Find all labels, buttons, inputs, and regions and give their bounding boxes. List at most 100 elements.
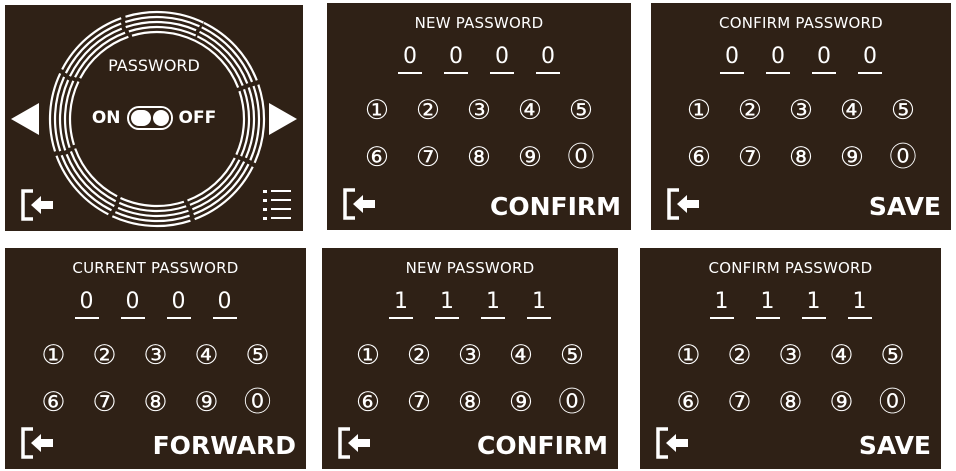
- key-4[interactable]: ④: [513, 94, 548, 128]
- key-9[interactable]: ⑨: [504, 386, 539, 420]
- key-9[interactable]: ⑨: [513, 141, 548, 175]
- exit-icon[interactable]: [19, 425, 55, 461]
- exit-icon[interactable]: [341, 186, 377, 222]
- key-2[interactable]: ②: [87, 339, 122, 373]
- keypad-row-2: ⑥ ⑦ ⑧ ⑨ ⓪: [5, 386, 306, 420]
- exit-icon[interactable]: [336, 425, 372, 461]
- key-4[interactable]: ④: [835, 94, 870, 128]
- panel-title: CONFIRM PASSWORD: [708, 259, 873, 277]
- password-digits: 0 0 0 0: [651, 43, 951, 74]
- digit-slot: 1: [755, 288, 780, 319]
- digit-slot: 0: [720, 43, 744, 74]
- key-8[interactable]: ⑧: [462, 141, 497, 175]
- key-5[interactable]: ⑤: [875, 339, 910, 373]
- key-7[interactable]: ⑦: [402, 386, 437, 420]
- current-password-panel: CURRENT PASSWORD 0 0 0 0 ① ② ③ ④ ⑤ ⑥ ⑦ ⑧…: [5, 248, 306, 469]
- key-4[interactable]: ④: [504, 339, 539, 373]
- key-8[interactable]: ⑧: [784, 141, 819, 175]
- keypad-row-2: ⑥ ⑦ ⑧ ⑨ ⓪: [640, 386, 941, 420]
- keypad-row-1: ① ② ③ ④ ⑤: [640, 339, 941, 373]
- password-digits: 1 1 1 1: [322, 288, 618, 319]
- confirm-button[interactable]: CONFIRM: [477, 431, 608, 461]
- key-5[interactable]: ⑤: [240, 339, 275, 373]
- digit-slot: 0: [166, 288, 191, 319]
- digit-slot: 0: [490, 43, 514, 74]
- password-menu-panel: PASSWORD ON OFF: [5, 5, 303, 231]
- key-6[interactable]: ⑥: [36, 386, 71, 420]
- digit-slot: 1: [847, 288, 872, 319]
- confirm-password-panel: CONFIRM PASSWORD 1 1 1 1 ① ② ③ ④ ⑤ ⑥ ⑦ ⑧…: [640, 248, 941, 469]
- exit-icon[interactable]: [665, 186, 701, 222]
- key-2[interactable]: ②: [411, 94, 446, 128]
- digit-slot: 1: [527, 288, 551, 319]
- key-3[interactable]: ③: [773, 339, 808, 373]
- digit-slot: 0: [212, 288, 237, 319]
- digit-slot: 0: [858, 43, 882, 74]
- digit-slot: 0: [766, 43, 790, 74]
- key-0[interactable]: ⓪: [555, 386, 590, 420]
- password-label: PASSWORD: [108, 56, 200, 75]
- key-1[interactable]: ①: [360, 94, 395, 128]
- digit-slot: 0: [74, 288, 99, 319]
- password-toggle-row: ON OFF: [5, 106, 303, 130]
- key-7[interactable]: ⑦: [733, 141, 768, 175]
- forward-button[interactable]: FORWARD: [153, 431, 296, 461]
- digit-slot: 1: [435, 288, 459, 319]
- digit-slot: 0: [120, 288, 145, 319]
- toggle-off-label: OFF: [178, 108, 217, 128]
- key-0[interactable]: ⓪: [886, 141, 921, 175]
- key-7[interactable]: ⑦: [411, 141, 446, 175]
- key-9[interactable]: ⑨: [824, 386, 859, 420]
- key-7[interactable]: ⑦: [722, 386, 757, 420]
- key-2[interactable]: ②: [733, 94, 768, 128]
- key-3[interactable]: ③: [784, 94, 819, 128]
- keypad-row-2: ⑥ ⑦ ⑧ ⑨ ⓪: [322, 386, 618, 420]
- key-9[interactable]: ⑨: [189, 386, 224, 420]
- key-3[interactable]: ③: [462, 94, 497, 128]
- key-7[interactable]: ⑦: [87, 386, 122, 420]
- key-8[interactable]: ⑧: [138, 386, 173, 420]
- key-6[interactable]: ⑥: [682, 141, 717, 175]
- key-1[interactable]: ①: [351, 339, 386, 373]
- password-toggle-switch[interactable]: [126, 106, 173, 130]
- confirm-button[interactable]: CONFIRM: [490, 192, 621, 222]
- exit-icon[interactable]: [654, 425, 690, 461]
- key-8[interactable]: ⑧: [453, 386, 488, 420]
- key-9[interactable]: ⑨: [835, 141, 870, 175]
- digit-slot: 0: [812, 43, 836, 74]
- exit-icon[interactable]: [19, 187, 55, 223]
- key-2[interactable]: ②: [722, 339, 757, 373]
- digit-slot: 1: [481, 288, 505, 319]
- key-4[interactable]: ④: [824, 339, 859, 373]
- keypad-row-2: ⑥ ⑦ ⑧ ⑨ ⓪: [651, 141, 951, 175]
- keypad-row-1: ① ② ③ ④ ⑤: [5, 339, 306, 373]
- key-0[interactable]: ⓪: [875, 386, 910, 420]
- toggle-knob: [150, 108, 171, 128]
- key-6[interactable]: ⑥: [671, 386, 706, 420]
- key-0[interactable]: ⓪: [240, 386, 275, 420]
- key-0[interactable]: ⓪: [564, 141, 599, 175]
- key-6[interactable]: ⑥: [351, 386, 386, 420]
- key-5[interactable]: ⑤: [564, 94, 599, 128]
- digit-slot: 0: [398, 43, 422, 74]
- key-8[interactable]: ⑧: [773, 386, 808, 420]
- left-arrow-icon[interactable]: [9, 101, 39, 137]
- right-arrow-icon[interactable]: [269, 101, 299, 137]
- password-digits: 0 0 0 0: [327, 43, 631, 74]
- password-digits: 1 1 1 1: [640, 288, 941, 319]
- key-6[interactable]: ⑥: [360, 141, 395, 175]
- key-4[interactable]: ④: [189, 339, 224, 373]
- key-3[interactable]: ③: [138, 339, 173, 373]
- key-1[interactable]: ①: [671, 339, 706, 373]
- key-5[interactable]: ⑤: [886, 94, 921, 128]
- key-1[interactable]: ①: [36, 339, 71, 373]
- key-5[interactable]: ⑤: [555, 339, 590, 373]
- key-2[interactable]: ②: [402, 339, 437, 373]
- panel-title: NEW PASSWORD: [405, 259, 535, 277]
- list-icon[interactable]: [263, 187, 291, 221]
- digit-slot: 1: [709, 288, 734, 319]
- key-1[interactable]: ①: [682, 94, 717, 128]
- key-3[interactable]: ③: [453, 339, 488, 373]
- save-button[interactable]: SAVE: [869, 192, 941, 222]
- save-button[interactable]: SAVE: [859, 431, 931, 461]
